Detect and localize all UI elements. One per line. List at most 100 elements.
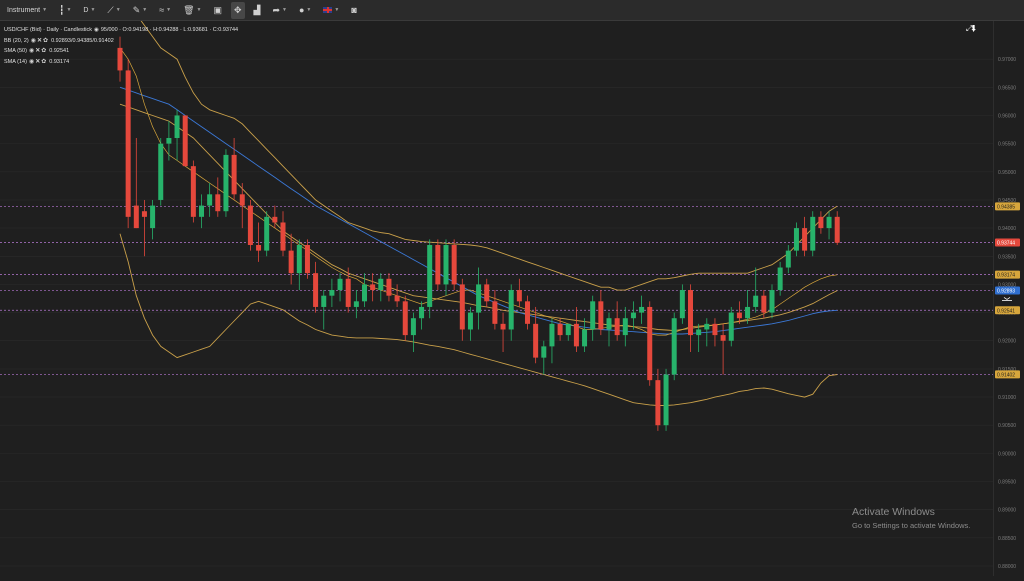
candle[interactable] xyxy=(679,284,685,324)
chart-plot-area[interactable] xyxy=(0,21,993,576)
candle[interactable] xyxy=(630,301,636,330)
candle[interactable] xyxy=(606,312,612,347)
instrument-dropdown[interactable]: Instrument ▼ xyxy=(4,2,50,19)
candle[interactable] xyxy=(313,261,319,313)
candle[interactable] xyxy=(394,284,400,307)
candle[interactable] xyxy=(720,323,726,375)
close-icon[interactable]: ✕ xyxy=(37,36,42,47)
candle[interactable] xyxy=(199,194,204,229)
templates-button[interactable]: ▣ xyxy=(210,2,225,19)
candle[interactable] xyxy=(639,295,645,324)
candle[interactable] xyxy=(696,323,702,352)
candle[interactable] xyxy=(386,273,392,302)
candle[interactable] xyxy=(223,149,229,217)
close-icon[interactable]: ✕ xyxy=(35,57,40,68)
candle[interactable] xyxy=(573,306,579,352)
candle[interactable] xyxy=(647,301,653,386)
candle[interactable] xyxy=(565,323,571,341)
candle[interactable] xyxy=(247,199,253,251)
candle[interactable] xyxy=(467,306,473,341)
candle[interactable] xyxy=(133,138,139,229)
candle[interactable] xyxy=(492,290,498,330)
candle[interactable] xyxy=(688,284,693,352)
candle[interactable] xyxy=(410,312,416,352)
candle[interactable] xyxy=(516,278,522,307)
timeframe-dropdown[interactable]: D ▼ xyxy=(80,2,98,19)
candle[interactable] xyxy=(321,290,327,330)
candle[interactable] xyxy=(182,115,188,167)
candle[interactable] xyxy=(614,301,620,341)
candle[interactable] xyxy=(761,290,767,319)
candle[interactable] xyxy=(443,239,449,296)
candle[interactable] xyxy=(826,211,832,240)
candle[interactable] xyxy=(476,267,482,330)
gear-icon[interactable]: ✿ xyxy=(43,36,48,47)
scroll-to-price-icon[interactable] xyxy=(1002,297,1012,301)
candle[interactable] xyxy=(280,211,286,257)
candle[interactable] xyxy=(810,211,816,257)
candle[interactable] xyxy=(484,278,490,307)
candle[interactable] xyxy=(451,239,457,291)
fullscreen-toggle[interactable]: ⤢⬇ xyxy=(966,24,976,34)
candle[interactable] xyxy=(459,278,465,341)
chart-type-dropdown[interactable]: ┇ ▼ xyxy=(56,2,74,19)
candle[interactable] xyxy=(655,368,661,431)
candle[interactable] xyxy=(150,199,156,240)
crosshair-button[interactable]: ✥ xyxy=(231,1,245,19)
gear-icon[interactable]: ✿ xyxy=(41,46,46,57)
candle[interactable] xyxy=(419,301,425,330)
candle[interactable] xyxy=(239,183,245,229)
candle[interactable] xyxy=(508,284,514,341)
candle[interactable] xyxy=(598,290,604,336)
candle[interactable] xyxy=(353,290,359,319)
candle[interactable] xyxy=(370,273,376,302)
candle[interactable] xyxy=(525,295,530,330)
candle[interactable] xyxy=(663,368,669,431)
candle[interactable] xyxy=(264,211,270,257)
snapshot-button[interactable]: ◙ xyxy=(348,2,359,19)
candle[interactable] xyxy=(427,239,433,319)
delete-dropdown[interactable]: 🗑 ▼ xyxy=(180,2,204,19)
candle[interactable] xyxy=(712,318,718,347)
candle[interactable] xyxy=(215,177,221,217)
candle[interactable] xyxy=(549,318,555,364)
close-icon[interactable]: ✕ xyxy=(35,46,40,57)
gear-icon[interactable]: ✿ xyxy=(41,57,46,68)
candle[interactable] xyxy=(818,211,824,234)
candle[interactable] xyxy=(541,340,547,375)
candle[interactable] xyxy=(158,138,164,206)
theme-dropdown[interactable]: ● ▼ xyxy=(296,2,314,19)
candle[interactable] xyxy=(166,121,172,161)
eye-icon[interactable]: ◉ xyxy=(94,25,99,36)
candle[interactable] xyxy=(231,138,237,200)
drawing-lines-dropdown[interactable]: ⟋ ▼ xyxy=(104,2,123,19)
candle[interactable] xyxy=(174,109,180,161)
candle[interactable] xyxy=(125,59,131,229)
candle[interactable] xyxy=(802,216,808,257)
candle[interactable] xyxy=(329,278,335,307)
language-dropdown[interactable]: ▼ xyxy=(320,2,342,19)
share-dropdown[interactable]: ➦ ▼ xyxy=(269,2,290,19)
candle[interactable] xyxy=(296,239,302,291)
candle[interactable] xyxy=(378,273,384,302)
candle[interactable] xyxy=(590,295,596,341)
candle[interactable] xyxy=(435,239,441,291)
candle[interactable] xyxy=(793,222,799,257)
candle[interactable] xyxy=(785,245,791,274)
chart-style-button[interactable]: ▟ xyxy=(251,2,264,19)
candle[interactable] xyxy=(834,211,840,245)
candle[interactable] xyxy=(402,295,408,341)
price-chart[interactable] xyxy=(0,21,993,576)
candle[interactable] xyxy=(728,306,734,347)
candle[interactable] xyxy=(304,239,310,279)
candle[interactable] xyxy=(190,160,196,223)
candle[interactable] xyxy=(769,284,775,319)
indicators-dropdown[interactable]: ≈ ▼ xyxy=(156,2,174,19)
price-axis[interactable]: 0.97000 0.96500 0.96000 0.95500 0.95000 0.945… xyxy=(993,21,1024,576)
candle[interactable] xyxy=(288,233,294,285)
eye-icon[interactable]: ◉ xyxy=(29,46,34,57)
candle[interactable] xyxy=(337,273,343,302)
eye-icon[interactable]: ◉ xyxy=(29,57,34,68)
candle[interactable] xyxy=(207,183,213,217)
candle[interactable] xyxy=(500,312,506,352)
